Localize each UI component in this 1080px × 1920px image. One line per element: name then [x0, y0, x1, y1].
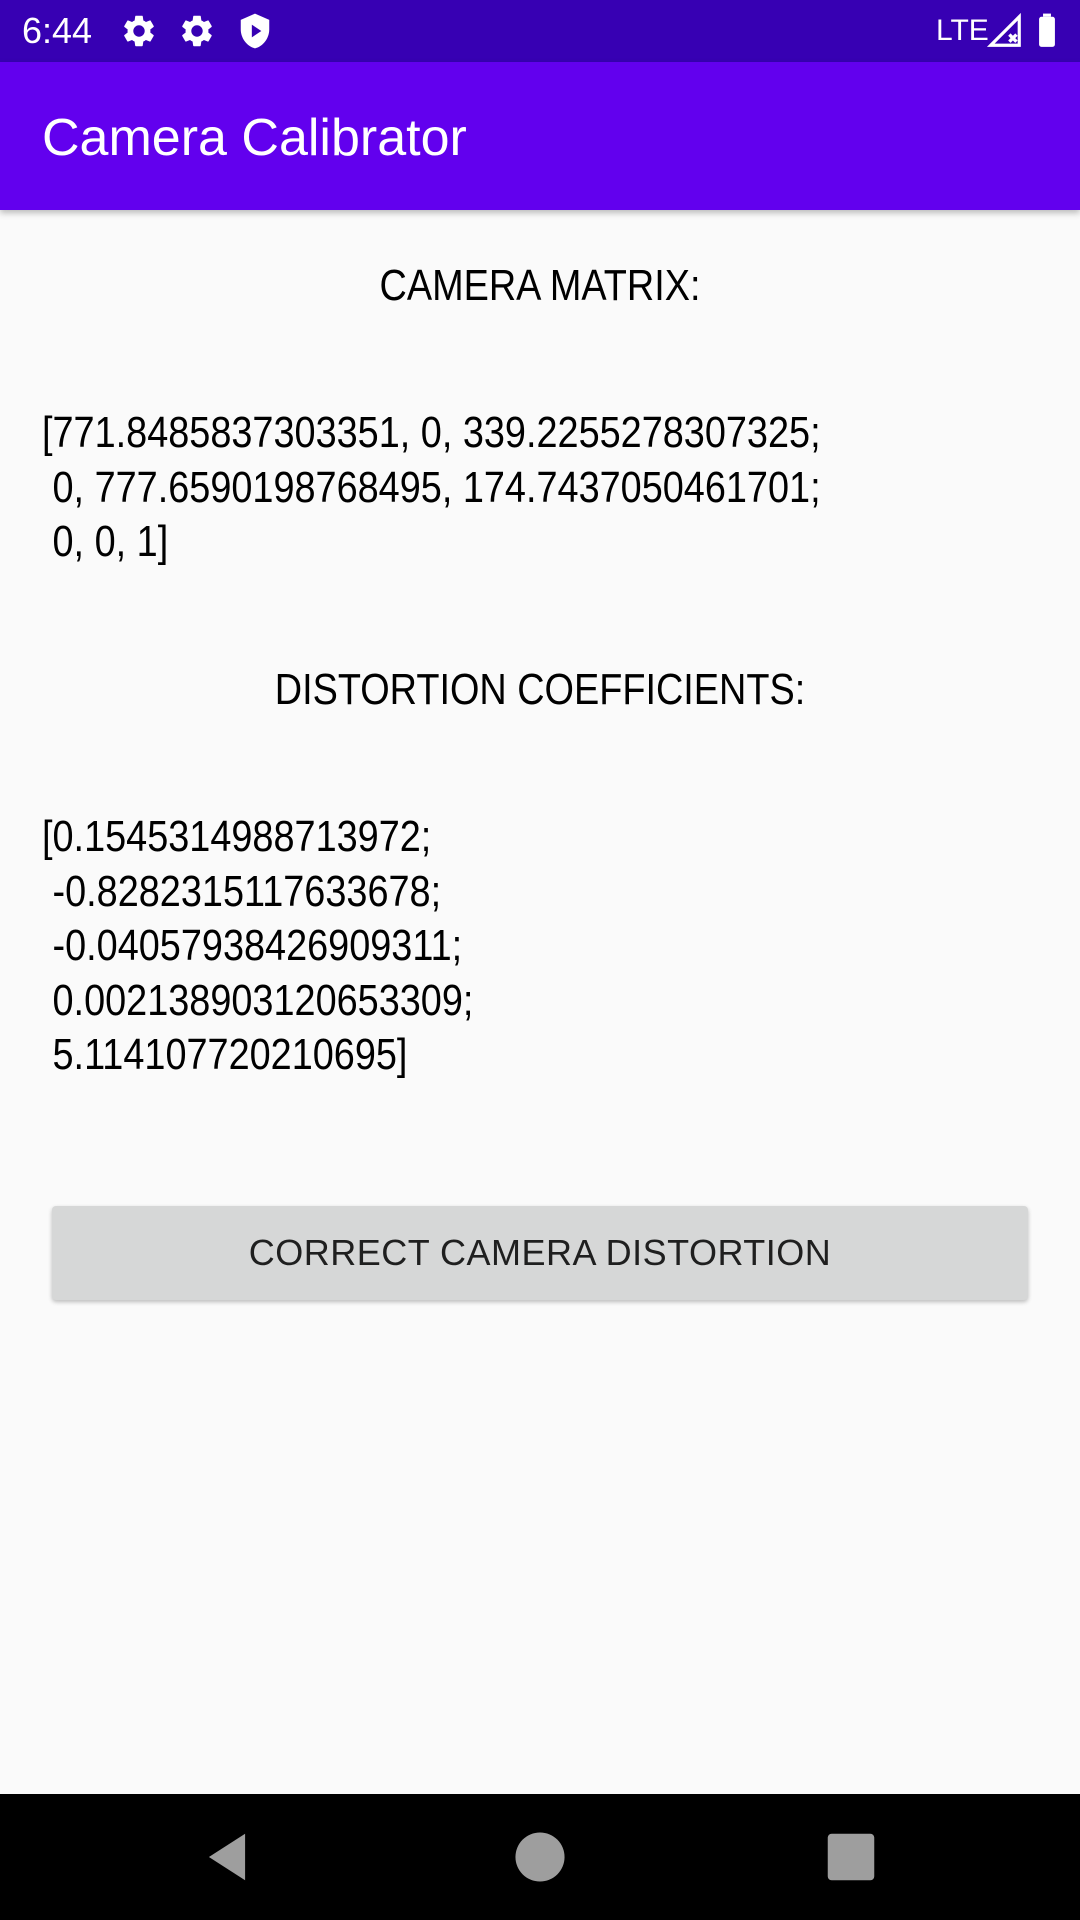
distortion-coefficients-heading: DISTORTION COEFFICIENTS: [274, 665, 806, 714]
camera-matrix-value: [771.8485837303351, 0, 339.2255278307325… [42, 408, 821, 566]
shield-play-icon [240, 13, 270, 49]
settings-icon [124, 15, 154, 47]
app-bar: Camera Calibrator [0, 62, 1080, 210]
correct-camera-distortion-label: CORRECT CAMERA DISTORTION [248, 1232, 832, 1273]
home-icon[interactable] [509, 1826, 571, 1888]
distortion-coefficients-value: [0.1545314988713972; -0.8282315117633678… [42, 812, 474, 1079]
status-bar: 6:44 LTE [0, 0, 1080, 62]
signal-icon [986, 12, 1021, 47]
camera-matrix-heading: CAMERA MATRIX: [379, 261, 701, 310]
navigation-bar [0, 1794, 1080, 1920]
correct-camera-distortion-button[interactable]: CORRECT CAMERA DISTORTION [52, 1206, 1028, 1300]
app-title: Camera Calibrator [42, 109, 467, 167]
screen: 6:44 LTE Camera Calibrator CAMERA MATRIX… [0, 0, 1080, 1920]
status-time: 6:44 [22, 10, 93, 51]
settings-icon [182, 15, 212, 47]
recents-icon[interactable] [820, 1826, 882, 1888]
battery-icon [1039, 13, 1055, 47]
back-icon[interactable] [196, 1826, 258, 1888]
network-type: LTE [936, 14, 989, 47]
